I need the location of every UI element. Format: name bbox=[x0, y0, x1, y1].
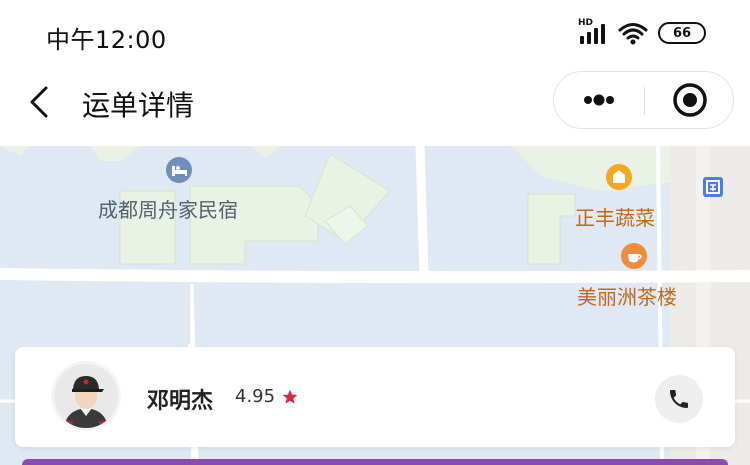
signal-icon: HD bbox=[578, 18, 608, 46]
wifi-icon bbox=[618, 23, 648, 45]
driver-name: 邓明杰 bbox=[147, 389, 214, 414]
tea-icon bbox=[621, 243, 647, 269]
mini-program-capsule bbox=[553, 71, 734, 129]
driver-card: 邓明杰 4.95 bbox=[15, 347, 735, 447]
driver-rating: 4.95 bbox=[235, 386, 276, 407]
chevron-left-icon[interactable] bbox=[26, 84, 56, 120]
shop-icon bbox=[606, 164, 632, 190]
phone-icon bbox=[670, 390, 688, 408]
target-close-icon[interactable] bbox=[645, 72, 734, 128]
status-icons: HD 66 bbox=[578, 18, 706, 46]
driver-avatar-icon bbox=[54, 364, 118, 428]
battery-icon: 66 bbox=[658, 22, 706, 44]
poi-label-tea-house: 美丽洲茶楼 bbox=[577, 285, 677, 309]
star-icon bbox=[282, 389, 298, 404]
more-dots-icon[interactable] bbox=[554, 72, 644, 128]
transit-icon bbox=[703, 177, 723, 197]
poi-label-hotel: 成都周舟家民宿 bbox=[98, 198, 238, 222]
poi-label-vegetable-shop: 正丰蔬菜 bbox=[575, 206, 655, 230]
call-driver-button[interactable] bbox=[655, 375, 703, 423]
hotel-icon bbox=[166, 157, 192, 183]
page-title: 运单详情 bbox=[82, 89, 195, 122]
status-bar: 中午12:00 HD 66 bbox=[0, 0, 750, 70]
battery-level: 66 bbox=[672, 25, 692, 41]
hd-badge: HD bbox=[578, 18, 594, 28]
avatar bbox=[51, 361, 121, 431]
status-time: 中午12:00 bbox=[46, 26, 167, 54]
bottom-panel-edge bbox=[22, 459, 728, 465]
nav-bar: 运单详情 bbox=[0, 70, 750, 146]
